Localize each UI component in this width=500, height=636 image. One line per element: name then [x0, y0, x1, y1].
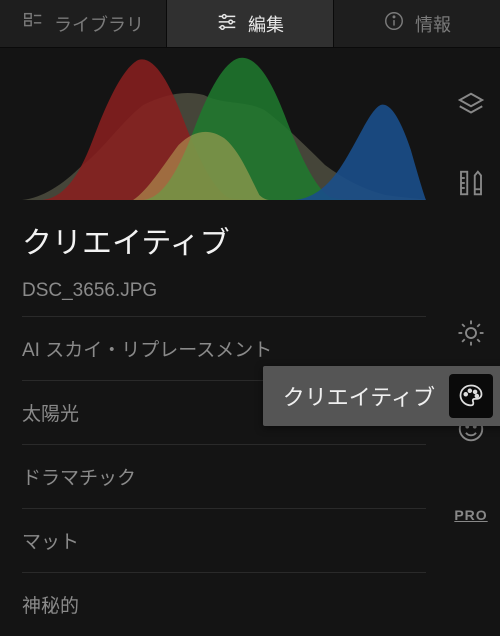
preset-matte[interactable]: マット	[22, 509, 426, 573]
ruler-pencil-icon	[456, 168, 486, 203]
histogram	[22, 50, 426, 200]
tool-rail: PRO	[442, 48, 500, 607]
sliders-icon	[216, 10, 238, 37]
section-title: クリエイティブ	[22, 218, 426, 262]
tab-library-label: ライブラリ	[54, 11, 144, 37]
palette-icon	[449, 374, 493, 418]
tab-info-label: 情報	[415, 11, 451, 37]
tooltip-label: クリエイティブ	[283, 380, 435, 412]
preset-dramatic[interactable]: ドラマチック	[22, 445, 426, 509]
info-icon	[383, 10, 405, 37]
content-panel: クリエイティブ DSC_3656.JPG AI スカイ・リプレースメント 太陽光…	[0, 48, 442, 607]
tab-library[interactable]: ライブラリ	[0, 0, 167, 47]
filename-label: DSC_3656.JPG	[22, 280, 426, 317]
library-icon	[22, 10, 44, 37]
tab-bar: ライブラリ 編集 情報	[0, 0, 500, 48]
tab-info[interactable]: 情報	[334, 0, 500, 47]
sun-icon	[456, 318, 486, 353]
pro-button[interactable]: PRO	[454, 498, 488, 532]
tab-edit[interactable]: 編集	[167, 0, 334, 47]
pro-label: PRO	[454, 507, 487, 523]
creative-tooltip[interactable]: クリエイティブ	[263, 366, 500, 426]
layers-icon	[456, 90, 486, 125]
layers-button[interactable]	[454, 90, 488, 124]
preset-mystical[interactable]: 神秘的	[22, 573, 426, 636]
light-button[interactable]	[454, 318, 488, 352]
tab-edit-label: 編集	[248, 11, 284, 37]
crop-button[interactable]	[454, 168, 488, 202]
